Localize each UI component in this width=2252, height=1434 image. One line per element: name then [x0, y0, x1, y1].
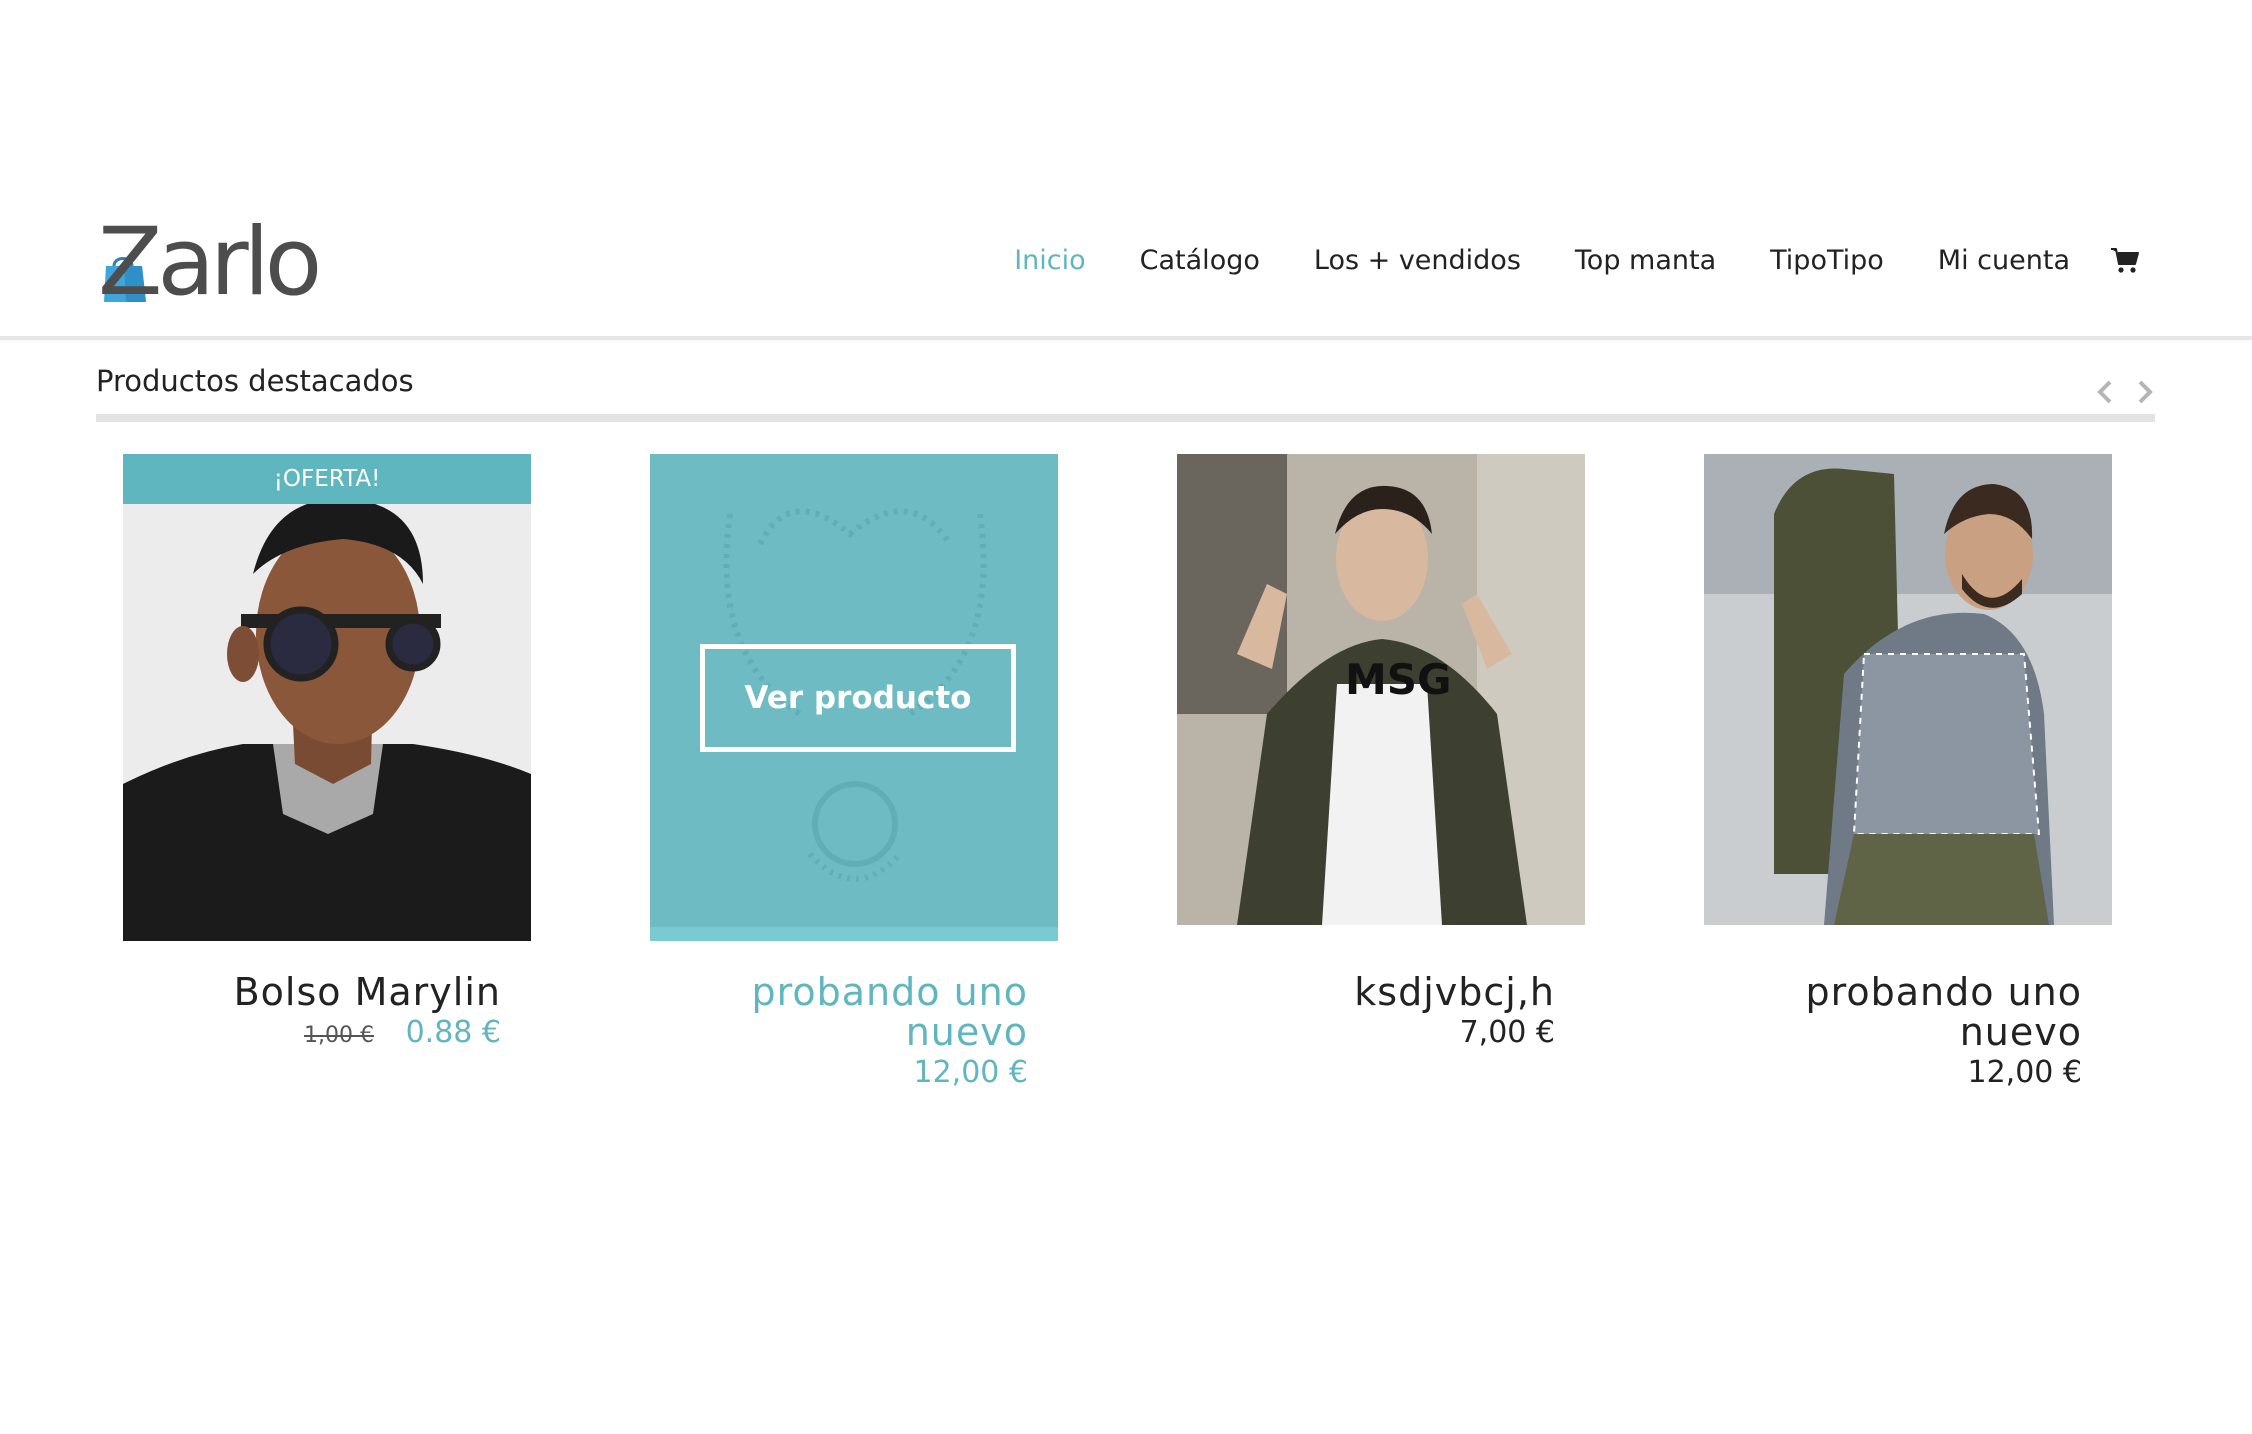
product-name-line2[interactable]: nuevo [1722, 1012, 2082, 1052]
product-image[interactable] [1704, 454, 2112, 925]
product-card: ¡OFERTA! Bolso Marylin 1,00 € 0.88 € [123, 454, 531, 1050]
product-image[interactable]: MSG [1177, 454, 1585, 925]
nav-item-mi-cuenta[interactable]: Mi cuenta [1938, 245, 2070, 276]
nav-item-catalogo[interactable]: Catálogo [1140, 245, 1260, 276]
product-name-line2[interactable]: nuevo [668, 1012, 1028, 1052]
product-info: Bolso Marylin 1,00 € 0.88 € [141, 972, 501, 1057]
nav-item-inicio[interactable]: Inicio [1014, 245, 1085, 276]
product-card: probando uno nuevo 12,00 € [1704, 454, 2112, 1090]
product-old-price: 1,00 € [304, 1023, 375, 1048]
site-header: Zarlo Inicio Catálogo Los + vendidos Top… [0, 200, 2252, 340]
product-photo-sunglasses-man [123, 454, 531, 941]
product-image[interactable]: ¡OFERTA! [123, 454, 531, 941]
chevron-left-icon[interactable] [2092, 374, 2118, 410]
view-product-button[interactable]: Ver producto [700, 644, 1016, 752]
offer-badge: ¡OFERTA! [123, 454, 531, 504]
main-nav: Inicio Catálogo Los + vendidos Top manta… [960, 240, 2140, 280]
section-divider [96, 414, 2155, 422]
product-price: 12,00 € [913, 1055, 1028, 1090]
product-name[interactable]: ksdjvbcj,h [1195, 972, 1555, 1012]
chevron-right-icon[interactable] [2132, 374, 2158, 410]
svg-text:MSG: MSG [1345, 655, 1452, 704]
product-photo-jacket-man: MSG [1177, 454, 1585, 925]
product-name-line1[interactable]: probando uno [668, 972, 1028, 1012]
product-info: probando uno nuevo 12,00 € [1722, 972, 2082, 1094]
nav-item-tipotipo[interactable]: TipoTipo [1770, 245, 1884, 276]
product-sale-price: 0.88 € [405, 1015, 501, 1050]
nav-item-top-manta[interactable]: Top manta [1575, 245, 1716, 276]
product-card: MSG ksdjvbcj,h 7,00 € [1177, 454, 1585, 1050]
brand-logo[interactable]: Zarlo [98, 216, 322, 310]
brand-name: Zarlo [98, 208, 322, 317]
product-name-line1[interactable]: probando uno [1722, 972, 2082, 1012]
product-price: 7,00 € [1459, 1015, 1555, 1050]
product-name[interactable]: Bolso Marylin [141, 972, 501, 1012]
overlay-bottom-strip [650, 927, 1058, 941]
cart-icon[interactable] [2110, 245, 2140, 275]
section-title: Productos destacados [96, 364, 414, 398]
product-info: ksdjvbcj,h 7,00 € [1195, 972, 1555, 1054]
product-price-row: 1,00 € 0.88 € [141, 1012, 501, 1057]
product-image[interactable]: Ver producto [650, 454, 1058, 941]
product-price: 12,00 € [1967, 1055, 2082, 1090]
nav-item-los-mas-vendidos[interactable]: Los + vendidos [1314, 245, 1521, 276]
product-card: Ver producto probando uno nuevo 12,00 € [650, 454, 1058, 1090]
product-photo-backpacker [1704, 454, 2112, 925]
product-info: probando uno nuevo 12,00 € [668, 972, 1028, 1094]
